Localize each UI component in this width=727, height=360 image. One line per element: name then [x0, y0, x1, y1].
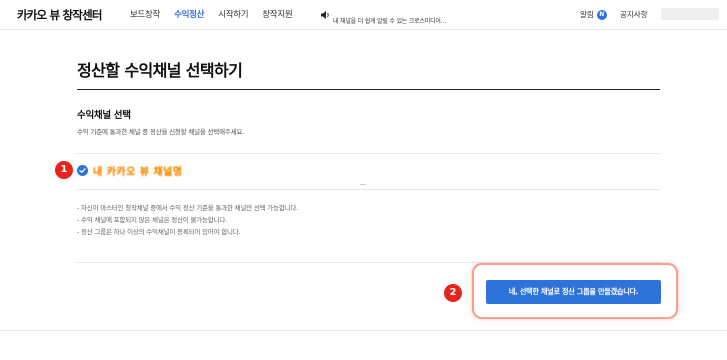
step-badge-2: 2: [444, 284, 462, 302]
channel-option[interactable]: 내 카카오 뷰 채널명: [77, 163, 183, 178]
nav-item-board[interactable]: 보드창작: [130, 0, 160, 30]
notices-link[interactable]: 공지사항: [620, 9, 648, 20]
alarm-label: 알림: [580, 10, 594, 19]
divider: [77, 189, 660, 190]
divider-mark: [360, 184, 366, 185]
nav-item-getting-started[interactable]: 시작하기: [218, 0, 248, 30]
footer-divider: [0, 330, 727, 331]
nav-item-creator-support[interactable]: 창작지원: [262, 0, 292, 30]
guide-list: - 자신이 마스터인 창작채널 중에서 수익 정산 기준을 통과한 채널만 선택…: [77, 202, 298, 238]
page-title: 정산할 수익채널 선택하기: [77, 61, 243, 80]
guide-item: - 수익 채널에 포함되지 않은 채널은 정산이 불가능합니다.: [77, 216, 228, 224]
guide-item: - 자신이 마스터인 창작채널 중에서 수익 정산 기준을 통과한 채널만 선택…: [77, 204, 299, 212]
check-circle-icon[interactable]: [77, 165, 88, 176]
section-description: 수익 기준에 통과한 채널 중 정산을 신청할 채널을 선택해주세요.: [77, 128, 245, 136]
brand-logo[interactable]: 카카오 뷰 창작센터: [17, 7, 102, 23]
notice-banner[interactable]: 내 채널을 더 쉽게 알릴 수 있는 크로스미디어…: [320, 9, 447, 25]
title-divider: [77, 89, 660, 90]
channel-name: 내 카카오 뷰 채널명: [93, 167, 183, 178]
section-title: 수익채널 선택: [77, 110, 131, 121]
top-header: 카카오 뷰 창작센터 보드창작 수익정산 시작하기 창작지원 내 채널을 더 쉽…: [0, 0, 727, 30]
main-nav: 보드창작 수익정산 시작하기 창작지원: [130, 0, 306, 30]
profile-area[interactable]: [661, 8, 719, 20]
nav-item-revenue[interactable]: 수익정산: [174, 0, 204, 30]
step-badge-1: 1: [55, 161, 73, 179]
notice-text[interactable]: 내 채널을 더 쉽게 알릴 수 있는 크로스미디어…: [333, 16, 447, 25]
speaker-icon: [321, 11, 329, 19]
divider: [77, 153, 660, 154]
guide-item: - 정산 그룹은 하나 이상의 수익채널이 등록되어 있어야 합니다.: [77, 228, 241, 236]
alarm-button[interactable]: 알림 N: [580, 9, 607, 20]
alarm-badge: N: [596, 9, 607, 20]
create-settlement-group-button[interactable]: 네, 선택한 채널로 정산 그룹을 만들겠습니다.: [486, 280, 661, 304]
